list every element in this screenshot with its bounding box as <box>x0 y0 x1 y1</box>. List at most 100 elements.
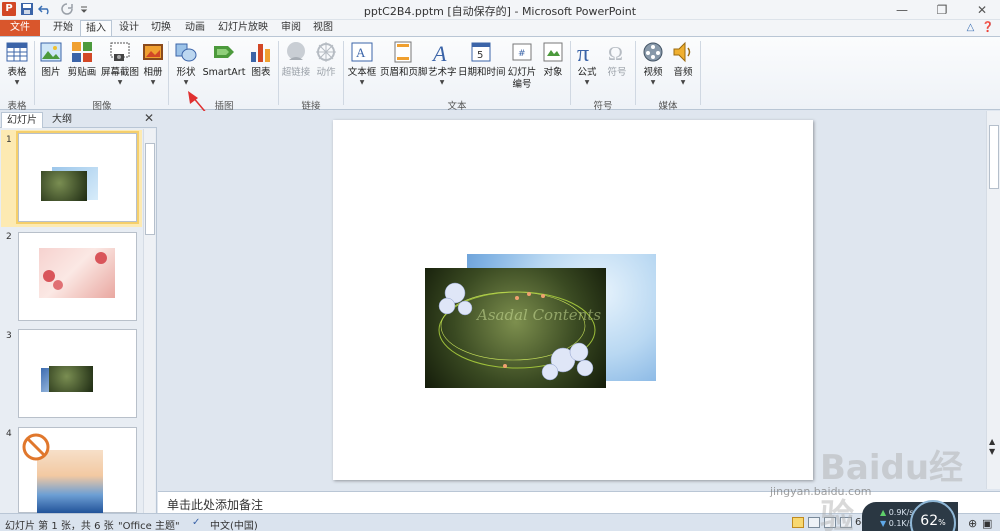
textbox-button[interactable]: A 文本框 ▼ <box>346 40 378 87</box>
tab-slides[interactable]: 幻灯片 <box>1 112 43 128</box>
floral-image[interactable]: Asadal Contents <box>425 268 606 388</box>
tab-slideshow[interactable]: 幻灯片放映 <box>214 20 272 36</box>
wordart-button[interactable]: A 艺术字 ▼ <box>428 40 457 87</box>
smartart-icon <box>214 46 234 58</box>
hyperlink-icon <box>287 42 305 60</box>
audio-label: 音频 <box>673 67 693 78</box>
dropdown-arrow-icon: ▼ <box>650 79 656 86</box>
svg-text:#: # <box>518 49 526 59</box>
group-separator <box>34 41 35 105</box>
slide-count: 幻灯片 第 1 张，共 6 张 <box>5 521 114 531</box>
photo-album-button[interactable]: 相册 ▼ <box>140 40 166 87</box>
tab-home[interactable]: 开始 <box>48 20 78 36</box>
close-pane-icon[interactable]: ✕ <box>144 111 154 125</box>
slide-number-icon: # <box>512 43 532 61</box>
slide-sorter-view-icon[interactable] <box>808 517 820 528</box>
object-icon <box>543 42 563 62</box>
language[interactable]: 中文(中国) <box>210 517 258 531</box>
picture-label: 图片 <box>41 67 61 78</box>
chart-button[interactable]: 图表 <box>248 40 274 79</box>
photo-album-label: 相册 <box>143 67 163 78</box>
audio-button[interactable]: 音频 ▼ <box>670 40 696 87</box>
hyperlink-button[interactable]: 超链接 <box>281 40 311 79</box>
photo-album-icon <box>143 44 163 60</box>
slide-thumbnail[interactable] <box>18 232 137 321</box>
scrollbar-thumb[interactable] <box>145 143 155 235</box>
dropdown-arrow-icon: ▼ <box>439 79 445 86</box>
tab-design[interactable]: 设计 <box>114 20 144 36</box>
tab-review[interactable]: 审阅 <box>276 20 306 36</box>
window-title: pptC2B4.pptm [自动保存的] - Microsoft PowerPo… <box>363 5 637 18</box>
slide-number: 1 <box>6 135 12 145</box>
scrollbar-thumb[interactable] <box>989 125 999 189</box>
dropdown-arrow-icon: ▼ <box>150 79 156 86</box>
slide-thumbnail[interactable] <box>18 329 137 418</box>
dropdown-arrow-icon: ▼ <box>359 79 365 86</box>
notes-placeholder: 单击此处添加备注 <box>167 498 264 512</box>
object-button[interactable]: 对象 <box>540 40 566 79</box>
svg-text:Ω: Ω <box>608 43 623 64</box>
equation-label: 公式 <box>577 67 597 78</box>
current-slide[interactable]: Asadal Contents <box>333 120 813 480</box>
fit-slide-icon[interactable]: ▣ <box>982 517 992 530</box>
action-icon <box>316 42 336 62</box>
tab-outline[interactable]: 大纲 <box>47 112 77 128</box>
close-button[interactable]: ✕ <box>968 0 996 20</box>
symbol-button[interactable]: Ω 符号 <box>604 40 630 79</box>
tab-animations[interactable]: 动画 <box>180 20 210 36</box>
screenshot-button[interactable]: 屏幕截图 ▼ <box>100 40 140 87</box>
dropdown-arrow-icon: ▼ <box>584 79 590 86</box>
textbox-icon: A <box>351 42 373 62</box>
svg-text:5: 5 <box>477 50 483 61</box>
theme-name[interactable]: "Office 主题" <box>118 517 180 531</box>
thumbnail-image <box>41 171 87 201</box>
smartart-label: SmartArt <box>202 67 246 78</box>
dropdown-arrow-icon: ▼ <box>183 79 189 86</box>
table-button[interactable]: 表格 ▼ <box>4 40 30 87</box>
equation-button[interactable]: π 公式 ▼ <box>574 40 600 87</box>
group-label-symbols: 符号 <box>593 101 613 112</box>
group-separator <box>700 41 701 105</box>
tab-transitions[interactable]: 切换 <box>146 20 176 36</box>
equation-icon: π <box>577 41 589 64</box>
help-icon[interactable]: ❓ <box>982 22 994 33</box>
normal-view-icon[interactable] <box>792 517 804 528</box>
slide-number-button[interactable]: # 幻灯片 编号 <box>506 40 538 91</box>
restore-button[interactable]: ❐ <box>928 0 956 20</box>
tab-file[interactable]: 文件 <box>0 20 40 36</box>
clipart-label: 剪贴画 <box>67 67 97 78</box>
wordart-icon: A <box>431 41 447 64</box>
video-label: 视频 <box>643 67 663 78</box>
slide-thumbnails-pane: 幻灯片 大纲 ✕ 1 2 3 4 <box>0 111 157 514</box>
header-footer-button[interactable]: 页眉和页脚 <box>380 40 428 79</box>
header-footer-label: 页眉和页脚 <box>380 67 428 78</box>
pane-tabs: 幻灯片 大纲 ✕ <box>0 111 157 128</box>
clipart-icon <box>72 42 92 62</box>
date-time-button[interactable]: 5 日期和时间 <box>458 40 506 79</box>
group-label-links: 链接 <box>301 101 321 112</box>
tab-insert[interactable]: 插入 <box>80 20 112 37</box>
tab-view[interactable]: 视图 <box>308 20 338 36</box>
slide-scrollbar[interactable]: ▲ ▼ <box>986 111 1000 489</box>
clipart-button[interactable]: 剪贴画 <box>66 40 98 79</box>
symbol-icon: Ω <box>608 43 623 64</box>
shapes-button[interactable]: 形状 ▼ <box>173 40 199 87</box>
textbox-label: 文本框 <box>347 67 377 78</box>
minimize-button[interactable]: — <box>888 0 916 20</box>
smartart-button[interactable]: SmartArt <box>202 40 246 79</box>
watermark-url: jingyan.baidu.com <box>770 485 872 498</box>
screenshot-icon <box>110 42 130 61</box>
symbol-label: 符号 <box>607 67 627 78</box>
minimize-ribbon-icon[interactable]: △ <box>967 22 975 33</box>
prev-next-slide-icons[interactable]: ▲ ▼ <box>989 437 995 457</box>
thumbnail-image <box>49 366 93 392</box>
group-separator <box>570 41 571 105</box>
shapes-icon <box>175 43 197 62</box>
slide-thumbnail[interactable] <box>16 131 139 224</box>
action-button[interactable]: 动作 <box>313 40 339 79</box>
header-footer-icon <box>394 41 412 63</box>
picture-button[interactable]: 图片 <box>38 40 64 79</box>
thumbnail-scrollbar[interactable] <box>143 129 155 513</box>
spelling-check-icon[interactable]: ✓ <box>192 517 200 528</box>
video-button[interactable]: 视频 ▼ <box>640 40 666 87</box>
